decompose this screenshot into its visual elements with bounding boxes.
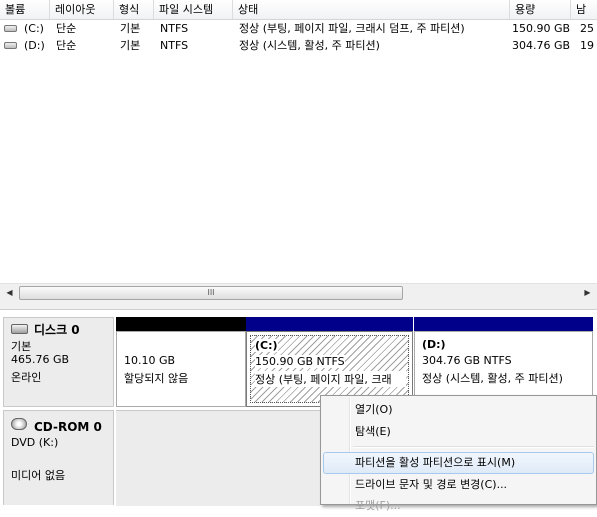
partition-size: 304.76 GB NTFS <box>422 354 512 367</box>
cd-drive-icon <box>11 418 27 430</box>
disk-0-label[interactable]: 디스크 0 기본 465.76 GB 온라인 <box>3 317 114 407</box>
partition-unallocated[interactable]: 10.10 GB 할당되지 않음 <box>116 317 246 407</box>
disk-size: 465.76 GB <box>11 353 70 366</box>
column-header-status[interactable]: 상태 <box>233 0 510 19</box>
scrollbar-thumb[interactable]: III <box>19 286 403 300</box>
volume-status: 정상 (부팅, 페이지 파일, 크래시 덤프, 주 파티션) <box>239 22 465 35</box>
partition-name: (C:) <box>255 339 278 352</box>
menu-item-format[interactable]: 포맷(F)... <box>323 495 594 517</box>
column-header-layout[interactable]: 레이아웃 <box>50 0 114 19</box>
partition-bar <box>414 317 593 331</box>
partition-c[interactable]: (C:) 150.90 GB NTFS 정상 (부팅, 페이지 파일, 크래 <box>246 317 413 407</box>
drive-icon <box>4 42 17 49</box>
partition-d[interactable]: (D:) 304.76 GB NTFS 정상 (시스템, 활성, 주 파티션) <box>414 317 593 407</box>
volume-capacity: 304.76 GB <box>512 39 571 52</box>
partition-size: 150.90 GB NTFS <box>255 355 345 368</box>
column-header-free-space[interactable]: 남 <box>571 0 597 19</box>
volume-type: 기본 <box>120 39 141 52</box>
column-header-type[interactable]: 형식 <box>114 0 154 19</box>
scroll-left-icon[interactable]: ◀ <box>1 284 18 301</box>
menu-item-explore[interactable]: 탐색(E) <box>323 421 594 443</box>
column-header-filesystem[interactable]: 파일 시스템 <box>154 0 233 19</box>
volume-status: 정상 (시스템, 활성, 주 파티션) <box>239 39 380 52</box>
selected-partition-area: (C:) 150.90 GB NTFS 정상 (부팅, 페이지 파일, 크래 <box>250 335 409 403</box>
column-header-volume[interactable]: 볼륨 <box>0 0 50 19</box>
volume-row[interactable]: (D:) 단순 기본 NTFS 정상 (시스템, 활성, 주 파티션) 304.… <box>0 37 597 54</box>
context-menu: 열기(O) 탐색(E) 파티션을 활성 파티션으로 표시(M) 드라이브 문자 … <box>320 395 597 512</box>
partition-bar <box>116 317 246 331</box>
volume-list-header: 볼륨 레이아웃 형식 파일 시스템 상태 용량 남 <box>0 0 597 20</box>
partition-bar <box>246 317 413 331</box>
menu-item-mark-active[interactable]: 파티션을 활성 파티션으로 표시(M) <box>323 452 594 474</box>
menu-item-open[interactable]: 열기(O) <box>323 399 594 421</box>
disk-kind: 기본 <box>11 340 32 353</box>
disk-title: CD-ROM 0 <box>34 420 102 434</box>
partition-status: 정상 (부팅, 페이지 파일, 크래 <box>255 371 406 387</box>
cdrom-empty-area <box>116 410 320 506</box>
disk-state: 미디어 없음 <box>11 469 66 482</box>
volume-layout: 단순 <box>56 39 77 52</box>
disk-title: 디스크 0 <box>34 323 80 337</box>
partition-name: (D:) <box>422 338 446 351</box>
menu-item-change-drive-letter[interactable]: 드라이브 문자 및 경로 변경(C)... <box>323 474 594 496</box>
volume-free-space: 19 <box>580 39 594 52</box>
volume-free-space: 25 <box>580 22 594 35</box>
partition-status: 정상 (시스템, 활성, 주 파티션) <box>422 372 563 385</box>
partition-status: 할당되지 않음 <box>124 372 189 385</box>
volume-filesystem: NTFS <box>160 22 189 35</box>
cdrom-0-label[interactable]: CD-ROM 0 DVD (K:) 미디어 없음 <box>3 410 114 505</box>
partition-size: 10.10 GB <box>124 354 176 367</box>
disk-state: 온라인 <box>11 371 42 384</box>
pane-splitter[interactable] <box>0 301 597 310</box>
volume-name: (D:) <box>24 39 45 52</box>
hard-disk-icon <box>11 324 28 334</box>
menu-separator <box>353 446 594 448</box>
volume-row[interactable]: (C:) 단순 기본 NTFS 정상 (부팅, 페이지 파일, 크래시 덤프, … <box>0 20 597 37</box>
volume-filesystem: NTFS <box>160 39 189 52</box>
drive-icon <box>4 25 17 32</box>
horizontal-scrollbar[interactable]: ◀ III ▶ <box>0 283 597 301</box>
column-header-capacity[interactable]: 용량 <box>510 0 571 19</box>
volume-type: 기본 <box>120 22 141 35</box>
volume-layout: 단순 <box>56 22 77 35</box>
disk-kind: DVD (K:) <box>11 436 59 449</box>
scroll-right-icon[interactable]: ▶ <box>579 284 596 301</box>
volume-capacity: 150.90 GB <box>512 22 571 35</box>
volume-name: (C:) <box>24 22 44 35</box>
